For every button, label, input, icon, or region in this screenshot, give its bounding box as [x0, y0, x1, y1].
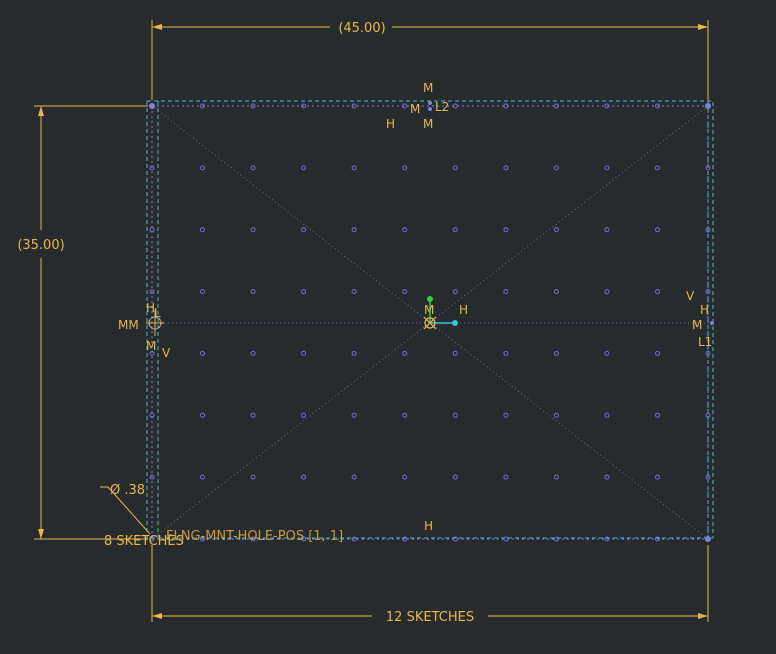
pattern-hole-point[interactable]	[351, 227, 357, 233]
pattern-hole-point[interactable]	[250, 474, 256, 480]
pattern-hole-point[interactable]	[655, 350, 660, 356]
pattern-hole-point[interactable]	[250, 227, 256, 233]
pattern-hole-point[interactable]	[402, 350, 408, 356]
pattern-hole-point[interactable]	[250, 412, 256, 418]
constraint-label[interactable]: V	[686, 289, 695, 303]
constraint-label[interactable]: L1	[698, 335, 712, 349]
pattern-hole-point[interactable]	[452, 412, 458, 418]
pattern-hole-point[interactable]	[351, 165, 357, 171]
hole-diameter-value[interactable]: Ø .38	[110, 483, 145, 498]
pattern-hole-point[interactable]	[503, 289, 509, 295]
width-dimension-value[interactable]: (45.00)	[338, 21, 385, 36]
constraint-group-top[interactable]: M M L2 H M	[386, 81, 449, 131]
pattern-hole-point[interactable]	[402, 289, 408, 295]
pattern-hole-point[interactable]	[503, 350, 509, 356]
corner-point-bottom-right[interactable]	[705, 536, 711, 542]
constraint-group-left[interactable]: MM H L M V	[118, 301, 171, 360]
pattern-hole-point[interactable]	[604, 412, 610, 418]
pattern-hole-point[interactable]	[301, 227, 307, 233]
pattern-hole-point[interactable]	[452, 165, 458, 171]
pattern-hole-point[interactable]	[200, 227, 205, 233]
pattern-hole-point[interactable]	[655, 474, 660, 480]
pattern-hole-point[interactable]	[655, 227, 660, 233]
pattern-hole-point[interactable]	[402, 165, 408, 171]
pattern-hole-point[interactable]	[301, 289, 307, 295]
pattern-hole-point[interactable]	[503, 227, 509, 233]
pattern-hole-point[interactable]	[452, 227, 458, 233]
constraint-label[interactable]: M	[692, 318, 702, 332]
pattern-hole-point[interactable]	[655, 412, 660, 418]
constraint-label[interactable]: H	[424, 519, 433, 533]
sketch-canvas[interactable]: (45.00) (35.00) 12 SKETCHES Ø .38 8 SKET…	[0, 0, 776, 650]
pattern-hole-point[interactable]	[452, 474, 458, 480]
pattern-count-value[interactable]: 12 SKETCHES	[386, 610, 474, 625]
pattern-hole-point[interactable]	[351, 474, 357, 480]
pattern-count-dimension[interactable]: 12 SKETCHES	[151, 545, 709, 625]
corner-point-top-right[interactable]	[705, 103, 711, 109]
pattern-hole-point[interactable]	[250, 289, 256, 295]
pattern-hole-point[interactable]	[553, 474, 559, 480]
constraint-label[interactable]: M	[423, 81, 433, 95]
constraint-label[interactable]: H	[386, 117, 395, 131]
y-axis-handle[interactable]	[427, 296, 433, 302]
constraint-label[interactable]: V	[162, 346, 171, 360]
constraint-group-bottom[interactable]: H	[424, 519, 433, 533]
constraint-label[interactable]: L2	[435, 100, 449, 114]
pattern-hole-point[interactable]	[301, 474, 307, 480]
pattern-hole-point[interactable]	[402, 227, 408, 233]
constraint-label[interactable]: MM	[118, 318, 139, 332]
right-midpoint-marker[interactable]	[710, 321, 714, 325]
pattern-hole-point[interactable]	[553, 350, 559, 356]
pattern-hole-point[interactable]	[553, 227, 559, 233]
pattern-hole-point[interactable]	[604, 474, 610, 480]
hole-diameter-dimension[interactable]: Ø .38	[100, 483, 151, 535]
constraint-label[interactable]: L	[154, 306, 161, 320]
pattern-hole-point[interactable]	[200, 165, 205, 171]
sketch-viewport[interactable]: (45.00) (35.00) 12 SKETCHES Ø .38 8 SKET…	[0, 0, 776, 650]
hole-pattern-name[interactable]: FLNG-MNT-HOLE-POS [1, 1]	[166, 529, 343, 544]
pattern-hole-point[interactable]	[301, 165, 307, 171]
pattern-hole-point[interactable]	[200, 474, 205, 480]
pattern-hole-point[interactable]	[503, 165, 509, 171]
pattern-hole-point[interactable]	[655, 289, 660, 295]
pattern-hole-point[interactable]	[200, 289, 205, 295]
pattern-hole-point[interactable]	[604, 165, 610, 171]
pattern-hole-point[interactable]	[200, 412, 205, 418]
pattern-hole-point[interactable]	[250, 165, 256, 171]
constraint-label[interactable]: M	[146, 339, 156, 353]
pattern-hole-point[interactable]	[351, 350, 357, 356]
pattern-hole-point[interactable]	[503, 412, 509, 418]
pattern-hole-point[interactable]	[655, 165, 660, 171]
pattern-hole-point[interactable]	[604, 350, 610, 356]
pattern-hole-point[interactable]	[301, 350, 307, 356]
pattern-hole-point[interactable]	[351, 412, 357, 418]
pattern-hole-point[interactable]	[604, 227, 610, 233]
pattern-hole-point[interactable]	[503, 474, 509, 480]
pattern-hole-point[interactable]	[301, 412, 307, 418]
constraint-label[interactable]: M	[423, 117, 433, 131]
pattern-hole-point[interactable]	[200, 350, 205, 356]
constraint-label[interactable]: M	[410, 102, 420, 116]
height-dimension-value[interactable]: (35.00)	[17, 238, 64, 253]
pattern-hole-point[interactable]	[452, 350, 458, 356]
corner-point-top-left[interactable]	[149, 103, 155, 109]
constraint-label[interactable]: H	[700, 303, 709, 317]
pattern-hole-point[interactable]	[553, 412, 559, 418]
pattern-hole-point[interactable]	[553, 165, 559, 171]
pattern-hole-point[interactable]	[402, 412, 408, 418]
pattern-hole-point[interactable]	[402, 474, 408, 480]
pattern-hole-point[interactable]	[604, 289, 610, 295]
pattern-hole-point[interactable]	[452, 289, 458, 295]
x-axis-handle[interactable]	[452, 320, 458, 326]
constraint-label[interactable]: M	[424, 303, 434, 317]
pattern-hole-point[interactable]	[553, 289, 559, 295]
pattern-hole-point[interactable]	[250, 350, 256, 356]
constraint-label[interactable]: H	[459, 303, 468, 317]
pattern-hole-point[interactable]	[351, 289, 357, 295]
